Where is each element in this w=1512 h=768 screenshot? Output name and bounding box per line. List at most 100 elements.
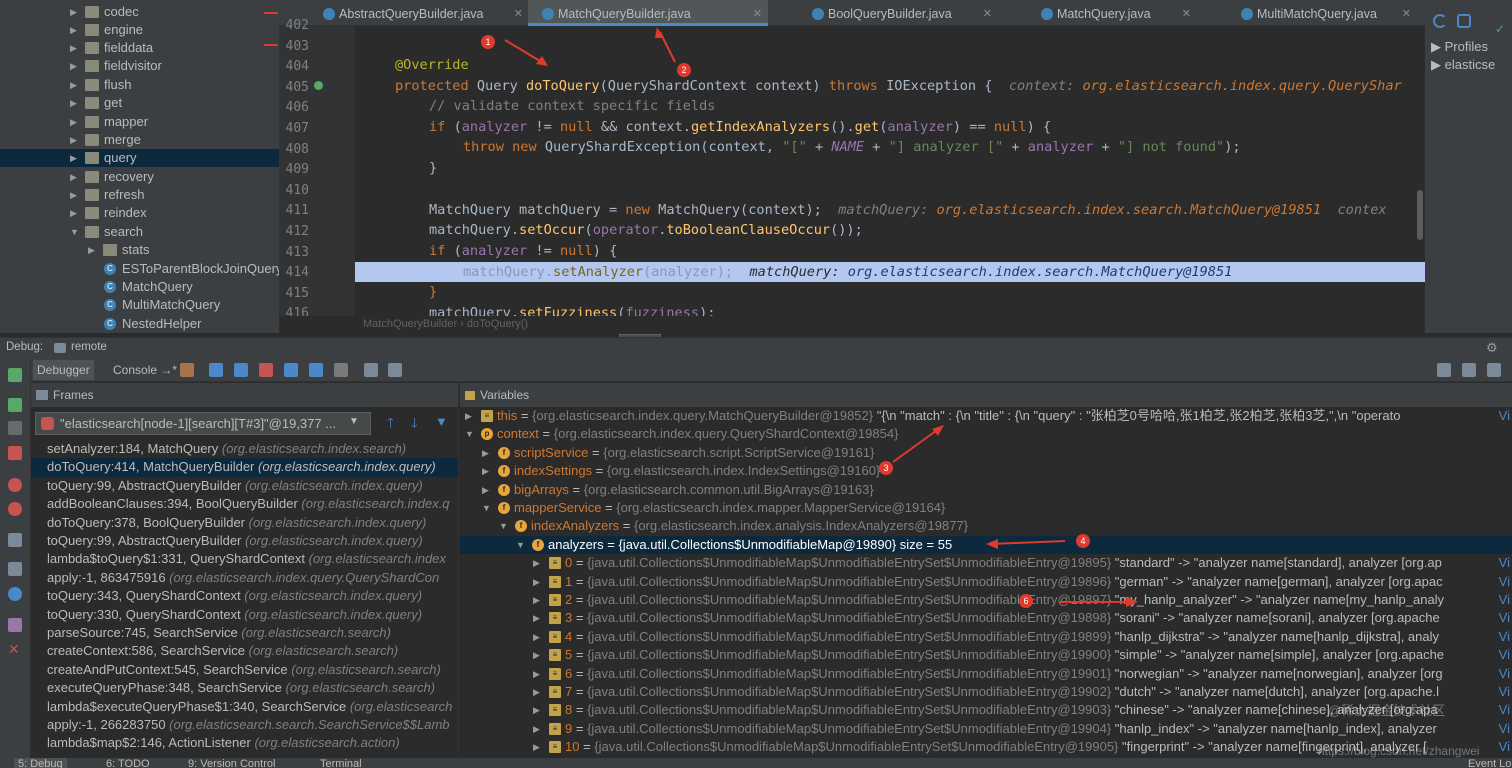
- view-link[interactable]: Vi: [1494, 407, 1510, 426]
- frame-row[interactable]: doToQuery:378, BoolQueryBuilder (org.ela…: [31, 514, 458, 532]
- panel-item-elasticsearch[interactable]: ▶ elasticse: [1431, 57, 1495, 73]
- view-link[interactable]: Vi: [1494, 664, 1510, 683]
- code-line[interactable]: if (analyzer != null) {: [429, 241, 617, 261]
- chevron-right-icon[interactable]: ▶: [70, 3, 80, 21]
- tree-item-matchquery[interactable]: C MatchQuery: [0, 278, 279, 296]
- tree-item-nestedhelper[interactable]: C NestedHelper: [0, 315, 279, 333]
- tree-item-merge[interactable]: ▶ merge: [0, 131, 279, 149]
- chevron-right-icon[interactable]: ▶: [533, 683, 543, 701]
- editor-scrollbar[interactable]: [1417, 190, 1423, 240]
- view-link[interactable]: Vi: [1494, 701, 1510, 720]
- chevron-right-icon[interactable]: ▶: [533, 720, 543, 738]
- frame-row[interactable]: toQuery:99, AbstractQueryBuilder (org.el…: [31, 532, 458, 550]
- variable-row[interactable]: ▼ f indexAnalyzers = {org.elasticsearch.in…: [460, 517, 1512, 535]
- gear-icon[interactable]: ⚙: [1486, 340, 1498, 356]
- frame-row[interactable]: toQuery:343, QueryShardContext (org.elas…: [31, 587, 458, 605]
- frame-row[interactable]: apply:-1, 863475916 (org.elasticsearch.i…: [31, 569, 458, 587]
- tab-debugger[interactable]: Debugger: [33, 360, 94, 380]
- chevron-right-icon[interactable]: ▶: [70, 39, 80, 57]
- variable-row[interactable]: ▼ p context = {org.elasticsearch.index.que…: [460, 425, 1512, 443]
- chevron-down-icon[interactable]: ▼: [516, 536, 526, 554]
- view-link[interactable]: Vi: [1494, 683, 1510, 702]
- refresh-icon[interactable]: [1433, 14, 1447, 28]
- code-line[interactable]: // validate context specific fields: [429, 96, 715, 116]
- variable-row[interactable]: ▶ ≡ 2 = {java.util.Collections$Unmodifiabl…: [460, 591, 1512, 610]
- step-over-icon[interactable]: [234, 363, 248, 377]
- view-link[interactable]: Vi: [1494, 591, 1510, 610]
- tab-matchquery[interactable]: MatchQuery.java ✕: [1027, 0, 1197, 26]
- restore-icon[interactable]: [1462, 363, 1476, 377]
- close-icon[interactable]: ✕: [8, 642, 22, 656]
- arrow-up-icon[interactable]: 🡑: [387, 414, 394, 436]
- status-event-log[interactable]: Event Lo: [1468, 758, 1511, 768]
- mute-breakpoints-icon[interactable]: [8, 502, 22, 516]
- chevron-right-icon[interactable]: ▶: [70, 113, 80, 131]
- tab-boolquerybuilder[interactable]: BoolQueryBuilder.java ✕: [798, 0, 998, 26]
- view-link[interactable]: Vi: [1494, 627, 1510, 647]
- chevron-right-icon[interactable]: ▶: [465, 407, 475, 425]
- filter-icon[interactable]: ▼: [435, 414, 448, 429]
- chevron-right-icon[interactable]: ▶: [70, 94, 80, 112]
- arrow-down-icon[interactable]: 🡓: [411, 414, 418, 436]
- chevron-right-icon[interactable]: ▶: [533, 573, 543, 591]
- close-icon[interactable]: ✕: [753, 0, 762, 28]
- chevron-right-icon[interactable]: ▶: [482, 462, 492, 480]
- chevron-right-icon[interactable]: ▶: [533, 628, 543, 646]
- chevron-right-icon[interactable]: ▶: [70, 168, 80, 186]
- pause-icon[interactable]: [8, 421, 22, 435]
- variable-row[interactable]: ▶ ≡ 3 = {java.util.Collections$Unmodifiabl…: [460, 609, 1512, 628]
- chevron-down-icon[interactable]: ▼: [349, 416, 359, 427]
- variable-row[interactable]: ▶ ≡ 6 = {java.util.Collections$Unmodifiabl…: [460, 664, 1512, 683]
- chevron-right-icon[interactable]: ▶: [482, 444, 492, 462]
- status-terminal[interactable]: Terminal: [320, 758, 362, 768]
- settings-icon[interactable]: [1457, 14, 1471, 28]
- variable-row[interactable]: ▼ f mapperService = {org.elasticsearch.ind…: [460, 499, 1512, 517]
- debug-config-name[interactable]: remote: [71, 341, 107, 353]
- code-line[interactable]: if (analyzer != null && context.getIndex…: [429, 117, 1051, 137]
- tree-item-engine[interactable]: ▶ engine: [0, 21, 279, 39]
- get-thread-dump-icon[interactable]: [8, 533, 22, 547]
- view-link[interactable]: Vi: [1494, 719, 1510, 739]
- tab-multimatchquery[interactable]: MultiMatchQuery.java ✕: [1227, 0, 1417, 26]
- table-view-icon[interactable]: [364, 363, 378, 377]
- chevron-right-icon[interactable]: ▶: [70, 149, 80, 167]
- tree-item-recovery[interactable]: ▶ recovery: [0, 168, 279, 186]
- code-editor[interactable]: AbstractQueryBuilder.java ✕ MatchQueryBuil…: [279, 0, 1425, 333]
- tree-item-stats[interactable]: ▶ stats: [0, 241, 279, 259]
- view-link[interactable]: Vi: [1494, 738, 1510, 757]
- view-breakpoints-icon[interactable]: [8, 478, 22, 492]
- frame-row[interactable]: createContext:586, SearchService (org.el…: [31, 642, 458, 660]
- variable-row[interactable]: ▶ ≡ 1 = {java.util.Collections$Unmodifiabl…: [460, 572, 1512, 591]
- chevron-right-icon[interactable]: ▶: [70, 57, 80, 75]
- close-icon[interactable]: ✕: [983, 0, 992, 28]
- variable-row[interactable]: ▶ ≡ 5 = {java.util.Collections$Unmodifiabl…: [460, 646, 1512, 665]
- status-debug[interactable]: 5: Debug: [14, 758, 67, 768]
- rerun-icon[interactable]: [8, 368, 22, 382]
- status-version-control[interactable]: 9: Version Control: [188, 758, 275, 768]
- chevron-right-icon[interactable]: ▶: [533, 554, 543, 572]
- breadcrumb[interactable]: MatchQueryBuilder › doToQuery(): [279, 316, 1425, 333]
- layout-icon[interactable]: [1437, 363, 1451, 377]
- frame-row[interactable]: executeQueryPhase:348, SearchService (or…: [31, 679, 458, 697]
- variable-row[interactable]: ▶ ≡ 4 = {java.util.Collections$Unmodifiabl…: [460, 627, 1512, 647]
- variable-row[interactable]: ▼ f analyzers = {java.util.Collections$Unm…: [460, 535, 1512, 555]
- code-line[interactable]: matchQuery.setAnalyzer(analyzer); matchQ…: [463, 262, 1232, 282]
- chevron-down-icon[interactable]: ▼: [465, 425, 475, 443]
- tree-item-get[interactable]: ▶ get: [0, 94, 279, 112]
- implements-icon[interactable]: [314, 81, 323, 90]
- frame-row[interactable]: doToQuery:414, MatchQueryBuilder (org.el…: [31, 458, 458, 477]
- resume-icon[interactable]: [8, 398, 22, 412]
- threads-icon[interactable]: [388, 363, 402, 377]
- layout-settings-icon[interactable]: [8, 562, 22, 576]
- frame-row[interactable]: toQuery:330, QueryShardContext (org.elas…: [31, 606, 458, 624]
- stop-icon[interactable]: [8, 446, 22, 460]
- thread-selector[interactable]: "elasticsearch[node-1][search][T#3]"@19,…: [35, 412, 371, 435]
- view-link[interactable]: Vi: [1494, 554, 1510, 573]
- code-line[interactable]: }: [429, 158, 437, 178]
- code-line[interactable]: }: [429, 282, 437, 302]
- close-icon[interactable]: ✕: [514, 0, 523, 28]
- settings-restore-icon[interactable]: [1487, 363, 1501, 377]
- tree-item-codec[interactable]: ▶ codec: [0, 3, 279, 21]
- tree-item-query[interactable]: ▶ query: [0, 149, 279, 167]
- tree-item-search[interactable]: ▼ search: [0, 223, 279, 241]
